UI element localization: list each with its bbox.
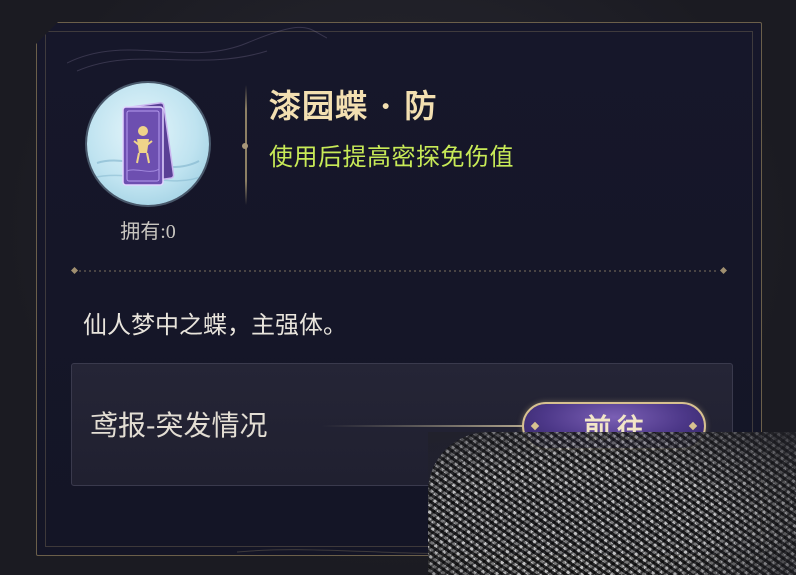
card-with-figure-icon: [91, 102, 206, 186]
item-description: 仙人梦中之蝶，主强体。: [83, 311, 347, 339]
item-name: 漆园蝶 · 防: [269, 87, 438, 125]
scribble-overlay-fade: [428, 432, 796, 575]
source-connector-line: [322, 425, 522, 427]
horizontal-divider: [71, 267, 727, 275]
divider-ornament: [242, 143, 248, 149]
item-detail-overlay: 拥有:0 漆园蝶 · 防 使用后提高密探免伤值 仙人梦中之蝶，主强体。 鸢报-突…: [0, 0, 796, 575]
panel-swirl-decoration: [67, 26, 327, 72]
diamond-icon: [530, 421, 540, 431]
source-label: 鸢报-突发情况: [90, 409, 268, 442]
owned-count: 拥有:0: [120, 221, 176, 243]
diamond-icon: [688, 421, 698, 431]
item-effect: 使用后提高密探免伤值: [269, 143, 514, 171]
item-icon[interactable]: [87, 83, 209, 205]
